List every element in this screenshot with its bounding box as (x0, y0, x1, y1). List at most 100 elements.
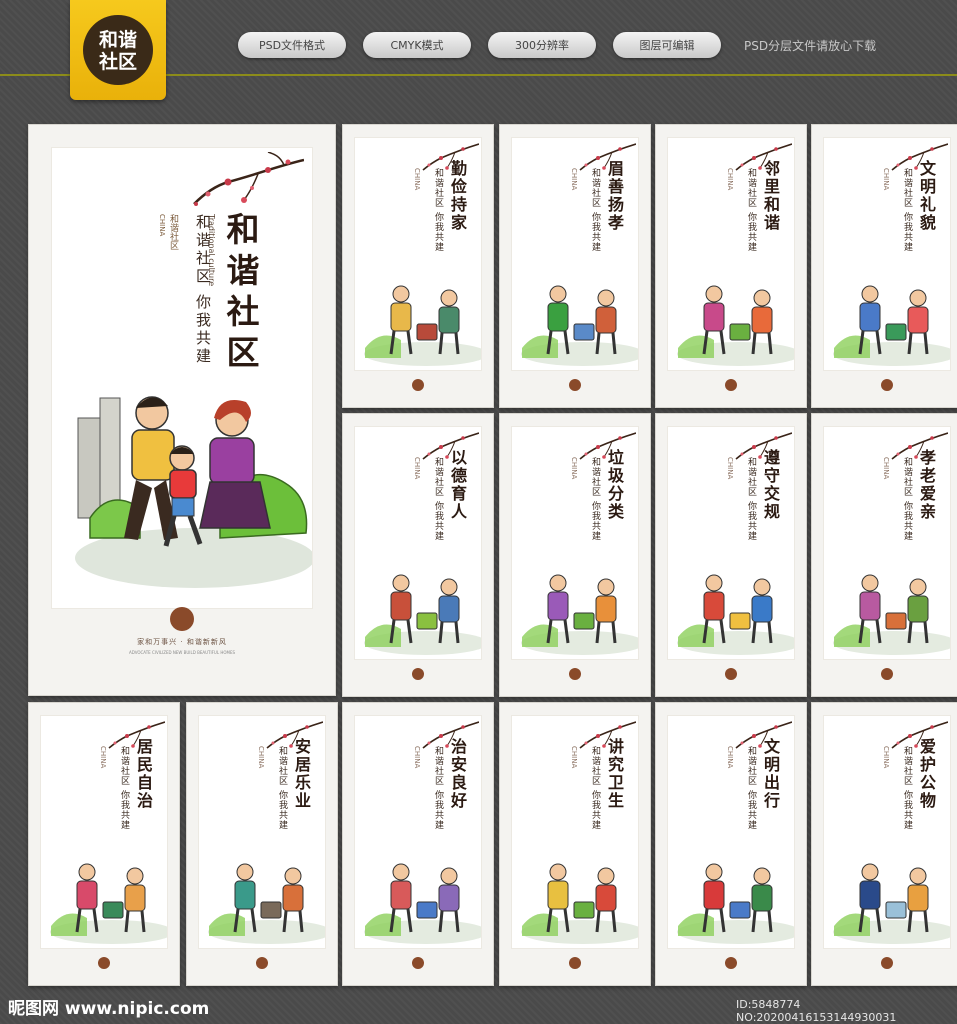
poster-illustration (50, 863, 167, 944)
poster-illustration (208, 863, 325, 944)
poster-sub-en: CHINA (570, 746, 578, 769)
poster-slogan: 和谐社区 你我共建 (590, 746, 600, 830)
poster-frame: 爱护公物 和谐社区 你我共建 CHINA (823, 715, 951, 949)
watermark-id: ID:5848774 NO:20200416153144930031 (736, 998, 897, 1024)
poster-card: 居民自治 和谐社区 你我共建 CHINA (28, 702, 180, 986)
poster-card: 爱护公物 和谐社区 你我共建 CHINA (811, 702, 957, 986)
poster-title: 垃圾分类 (605, 449, 624, 521)
poster-title: 治安良好 (448, 738, 467, 810)
seal-icon (412, 957, 424, 969)
poster-card: 治安良好 和谐社区 你我共建 CHINA (342, 702, 494, 986)
poster-title: 遵守交规 (761, 449, 780, 521)
poster-illustration (833, 863, 950, 944)
seal-icon (569, 668, 581, 680)
poster-card: 文明出行 和谐社区 你我共建 CHINA (655, 702, 807, 986)
poster-title: 孝老爱亲 (917, 449, 936, 521)
main-title: 和谐社区 (221, 212, 260, 376)
poster-card: 邻里和谐 和谐社区 你我共建 CHINA (655, 124, 807, 408)
poster-title: 以德育人 (448, 449, 467, 521)
poster-card: 勤俭持家 和谐社区 你我共建 CHINA (342, 124, 494, 408)
poster-slogan: 和谐社区 你我共建 (119, 746, 129, 830)
seal-icon (170, 607, 194, 631)
poster-frame: 垃圾分类 和谐社区 你我共建 CHINA (511, 426, 639, 660)
poster-frame: 文明出行 和谐社区 你我共建 CHINA (667, 715, 795, 949)
poster-card: 文明礼貌 和谐社区 你我共建 CHINA (811, 124, 957, 408)
poster-slogan: 和谐社区 你我共建 (433, 168, 443, 252)
seal-icon (412, 668, 424, 680)
poster-illustration (521, 863, 638, 944)
poster-slogan: 和谐社区 你我共建 (277, 746, 287, 830)
seal-icon (98, 957, 110, 969)
seal-icon (881, 957, 893, 969)
poster-card: 安居乐业 和谐社区 你我共建 CHINA (186, 702, 338, 986)
layers-pill: 图层可编辑 (613, 32, 721, 58)
poster-frame: 安居乐业 和谐社区 你我共建 CHINA (198, 715, 326, 949)
poster-sub-en: CHINA (882, 746, 890, 769)
seal-icon (725, 957, 737, 969)
poster-title: 邻里和谐 (761, 160, 780, 232)
poster-sub-en: CHINA (726, 168, 734, 191)
poster-illustration (677, 574, 794, 655)
poster-slogan: 和谐社区 你我共建 (590, 168, 600, 252)
poster-frame: 居民自治 和谐社区 你我共建 CHINA (40, 715, 168, 949)
poster-sub-en: CHINA (413, 168, 421, 191)
poster-illustration (521, 285, 638, 366)
poster-title: 眉善扬孝 (605, 160, 624, 232)
poster-card: 以德育人 和谐社区 你我共建 CHINA (342, 413, 494, 697)
poster-slogan: 和谐社区 你我共建 (590, 457, 600, 541)
main-footer-cn: 家和万事兴 · 和谐新新风 (137, 638, 227, 646)
poster-sub-en: CHINA (99, 746, 107, 769)
poster-title: 文明出行 (761, 738, 780, 810)
seal-icon (256, 957, 268, 969)
poster-title: 文明礼貌 (917, 160, 936, 232)
seal-icon (725, 668, 737, 680)
main-slogan: 和谐社区 你我共建 (194, 214, 212, 366)
poster-card: 讲究卫生 和谐社区 你我共建 CHINA (499, 702, 651, 986)
poster-title: 勤俭持家 (448, 160, 467, 232)
poster-illustration (833, 285, 950, 366)
poster-title: 讲究卫生 (605, 738, 624, 810)
poster-frame: 眉善扬孝 和谐社区 你我共建 CHINA (511, 137, 639, 371)
color-mode-pill: CMYK模式 (363, 32, 471, 58)
poster-card: 遵守交规 和谐社区 你我共建 CHINA (655, 413, 807, 697)
poster-slogan: 和谐社区 你我共建 (902, 457, 912, 541)
format-pill: PSD文件格式 (238, 32, 346, 58)
poster-sub-en: CHINA (413, 746, 421, 769)
main-poster: 和谐社区 Traditional culture 和谐社区 你我共建 和谐社区 … (28, 124, 336, 696)
poster-title: 居民自治 (134, 738, 153, 810)
poster-slogan: 和谐社区 你我共建 (433, 457, 443, 541)
poster-illustration (677, 863, 794, 944)
seal-icon (881, 379, 893, 391)
header: 和谐 社区 PSD文件格式 CMYK模式 300分辨率 图层可编辑 PSD分层文… (0, 0, 957, 100)
poster-sub-en: CHINA (882, 457, 890, 480)
poster-title: 爱护公物 (917, 738, 936, 810)
main-sub-en: CHINA (158, 214, 166, 237)
family-illustration (75, 396, 312, 588)
poster-sub-en: CHINA (257, 746, 265, 769)
poster-illustration (677, 285, 794, 366)
poster-sub-en: CHINA (570, 168, 578, 191)
poster-slogan: 和谐社区 你我共建 (902, 168, 912, 252)
logo-badge: 和谐 社区 (70, 0, 166, 100)
poster-card: 眉善扬孝 和谐社区 你我共建 CHINA (499, 124, 651, 408)
main-poster-frame: 和谐社区 Traditional culture 和谐社区 你我共建 和谐社区 … (51, 147, 313, 609)
poster-slogan: 和谐社区 你我共建 (746, 168, 756, 252)
poster-illustration (833, 574, 950, 655)
poster-sub-en: CHINA (570, 457, 578, 480)
seal-icon (881, 668, 893, 680)
poster-frame: 邻里和谐 和谐社区 你我共建 CHINA (667, 137, 795, 371)
poster-title: 安居乐业 (292, 738, 311, 810)
poster-frame: 勤俭持家 和谐社区 你我共建 CHINA (354, 137, 482, 371)
poster-illustration (364, 863, 481, 944)
poster-card: 孝老爱亲 和谐社区 你我共建 CHINA (811, 413, 957, 697)
poster-illustration (364, 285, 481, 366)
header-note: PSD分层文件请放心下载 (744, 39, 877, 53)
main-footer-en: ADVOCATE CIVILIZED NEW BUILD BEAUTIFUL H… (128, 650, 236, 655)
poster-frame: 文明礼貌 和谐社区 你我共建 CHINA (823, 137, 951, 371)
poster-illustration (521, 574, 638, 655)
poster-frame: 孝老爱亲 和谐社区 你我共建 CHINA (823, 426, 951, 660)
plum-branch-icon (193, 152, 304, 206)
poster-slogan: 和谐社区 你我共建 (746, 746, 756, 830)
poster-card: 垃圾分类 和谐社区 你我共建 CHINA (499, 413, 651, 697)
logo-text: 和谐 社区 (83, 15, 153, 85)
